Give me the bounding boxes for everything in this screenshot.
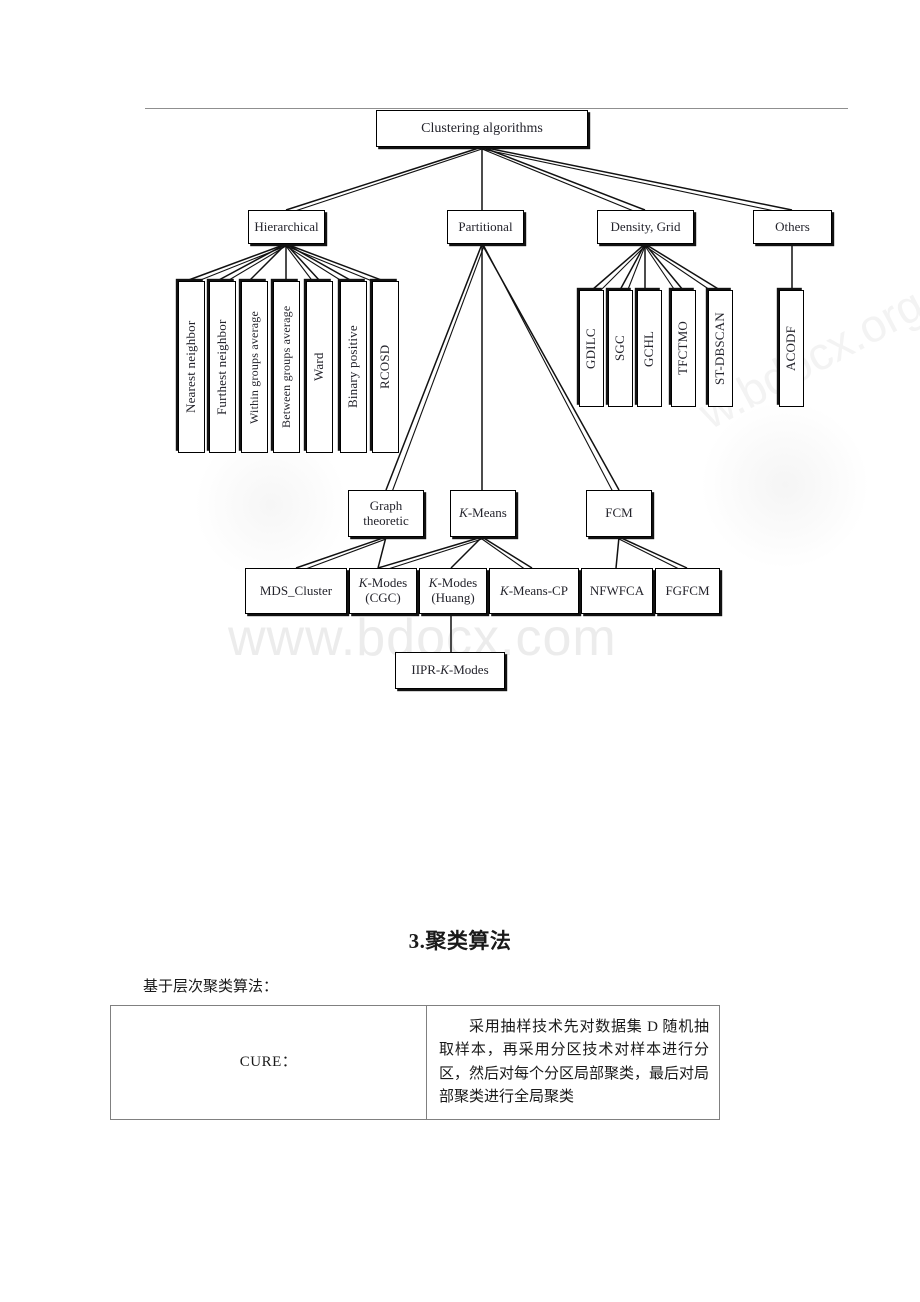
- node-others[interactable]: Others: [753, 210, 832, 244]
- table-row: CURE： 采用抽样技术先对数据集 D 随机抽取样本，再采用分区技术对样本进行分…: [110, 1005, 720, 1120]
- node-tfctmo[interactable]: TFCTMO: [671, 290, 696, 407]
- node-label: Partitional: [458, 218, 513, 234]
- node-label: NFWFCA: [589, 582, 645, 598]
- node-graph-theoretic[interactable]: Graph theoretic: [348, 490, 424, 537]
- node-label: Nearest neighbor: [183, 320, 199, 414]
- node-within-groups-average[interactable]: Within groups average: [241, 281, 268, 453]
- node-clustering-algorithms[interactable]: Clustering algorithms: [376, 110, 588, 147]
- node-label: FCM: [605, 505, 633, 521]
- node-label: IIPR-K-Modes: [411, 662, 489, 678]
- algorithm-description-cell: 采用抽样技术先对数据集 D 随机抽取样本，再采用分区技术对样本进行分区，然后对每…: [426, 1005, 720, 1120]
- node-nfwfca[interactable]: NFWFCA: [581, 568, 653, 614]
- node-label: ST-DBSCAN: [712, 312, 728, 385]
- node-label: FGFCM: [665, 582, 710, 598]
- node-label: Furthest neighbor: [214, 319, 230, 415]
- page-title: 3.聚类算法: [408, 929, 512, 953]
- node-label-line1: Graph: [369, 497, 403, 513]
- node-sgc[interactable]: SGC: [608, 290, 633, 407]
- node-label-line1: K-Modes: [428, 575, 478, 591]
- node-fgfcm[interactable]: FGFCM: [655, 568, 720, 614]
- node-label: Between groups average: [278, 305, 293, 429]
- node-k-modes-huang[interactable]: K-Modes (Huang): [419, 568, 487, 614]
- node-label: SGC: [612, 335, 628, 362]
- node-density-grid[interactable]: Density, Grid: [597, 210, 694, 244]
- node-label: Binary positive: [345, 325, 361, 409]
- node-label: Hierarchical: [254, 218, 319, 234]
- node-label: K-Means: [459, 505, 507, 521]
- algorithm-name-cell: CURE：: [110, 1005, 427, 1120]
- node-gchl[interactable]: GCHL: [637, 290, 662, 407]
- node-label: Others: [775, 218, 810, 234]
- node-label: RCOSD: [377, 344, 393, 390]
- node-binary-positive[interactable]: Binary positive: [340, 281, 367, 453]
- node-label-line2: (Huang): [431, 590, 475, 605]
- node-label: Clustering algorithms: [421, 120, 543, 136]
- node-partitional[interactable]: Partitional: [447, 210, 524, 244]
- node-label: Within groups average: [246, 310, 261, 424]
- node-label-line2: (CGC): [365, 590, 401, 605]
- node-mds-cluster[interactable]: MDS_Cluster: [245, 568, 347, 614]
- node-hierarchical[interactable]: Hierarchical: [248, 210, 325, 244]
- node-label: GCHL: [641, 330, 657, 367]
- node-label: TFCTMO: [675, 321, 691, 376]
- node-label: Density, Grid: [610, 218, 681, 234]
- node-nearest-neighbor[interactable]: Nearest neighbor: [178, 281, 205, 453]
- node-between-groups-average[interactable]: Between groups average: [273, 281, 300, 453]
- node-label-line2: theoretic: [363, 512, 409, 528]
- node-label-line1: K-Modes: [358, 575, 408, 591]
- node-gdilc[interactable]: GDILC: [579, 290, 604, 407]
- node-fcm[interactable]: FCM: [586, 490, 652, 537]
- clustering-algorithms-diagram: Clustering algorithms Hierarchical Parti…: [0, 0, 920, 720]
- node-ward[interactable]: Ward: [306, 281, 333, 453]
- node-furthest-neighbor[interactable]: Furthest neighbor: [209, 281, 236, 453]
- node-label: GDILC: [583, 328, 599, 369]
- node-k-means[interactable]: K-Means: [450, 490, 516, 537]
- node-k-modes-cgc[interactable]: K-Modes (CGC): [349, 568, 417, 614]
- node-label: Ward: [311, 352, 327, 382]
- node-rcosd[interactable]: RCOSD: [372, 281, 399, 453]
- node-label: ACODF: [783, 325, 799, 372]
- node-iipr-k-modes[interactable]: IIPR-K-Modes: [395, 652, 505, 689]
- node-acodf[interactable]: ACODF: [779, 290, 804, 407]
- node-st-dbscan[interactable]: ST-DBSCAN: [708, 290, 733, 407]
- algorithm-description-table: CURE： 采用抽样技术先对数据集 D 随机抽取样本，再采用分区技术对样本进行分…: [110, 1005, 720, 1120]
- intro-text: 基于层次聚类算法：: [143, 979, 279, 995]
- node-k-means-cp[interactable]: K-Means-CP: [489, 568, 579, 614]
- node-label: K-Means-CP: [500, 582, 568, 598]
- node-label: MDS_Cluster: [259, 582, 333, 598]
